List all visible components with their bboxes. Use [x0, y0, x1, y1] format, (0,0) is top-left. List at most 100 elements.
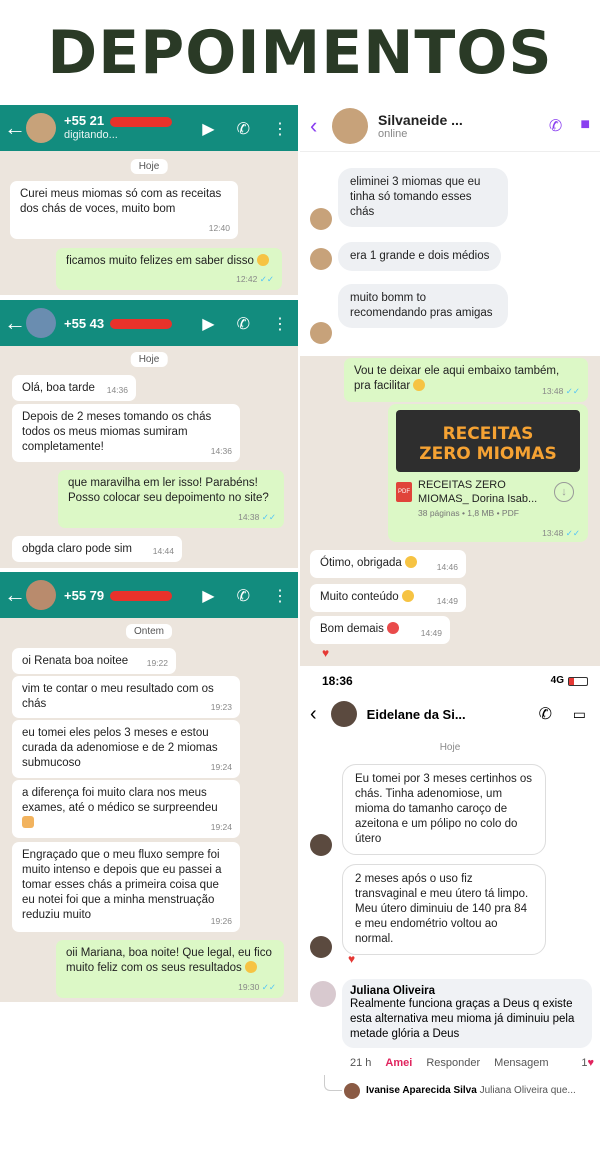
download-icon[interactable]: ↓	[554, 482, 574, 502]
back-arrow-icon[interactable]: ←	[4, 310, 26, 336]
message-text: Curei meus miomas só com as receitas dos…	[20, 188, 222, 215]
comment-age: 21 h	[350, 1057, 372, 1069]
message-bubble: Ótimo, obrigada 14:46	[310, 550, 466, 578]
pdf-attachment[interactable]: RECEITAS ZERO MIOMAS PDF RECEITAS ZERO M…	[388, 404, 588, 542]
avatar[interactable]	[26, 308, 56, 338]
message-time: 14:44	[152, 546, 174, 556]
message-text: que maravilha em ler isso! Parabéns! Pos…	[68, 477, 269, 504]
back-arrow-icon[interactable]: ←	[4, 115, 26, 141]
chat-header: ‹ Eidelane da Si... ✆ ▭	[300, 696, 600, 732]
back-arrow-icon[interactable]: ‹	[310, 113, 328, 139]
comment-text: Realmente funciona graças a Deus q exist…	[350, 998, 575, 1040]
redaction-mark	[110, 319, 173, 330]
message-text: obgda claro pode sim	[22, 543, 132, 555]
message-time: 19:30	[238, 982, 260, 992]
avatar	[310, 834, 332, 856]
read-ticks-icon: ✓✓	[565, 386, 580, 396]
message-bubble: vim te contar o meu resultado com os chá…	[12, 676, 240, 718]
facebook-comment: Juliana Oliveira Realmente funciona graç…	[300, 975, 600, 1105]
phone-icon[interactable]: ✆	[539, 704, 552, 724]
message-time: 12:40	[208, 223, 230, 233]
day-chip: Ontem	[125, 624, 173, 639]
avatar	[310, 248, 332, 270]
phone-icon[interactable]: ✆	[237, 314, 250, 334]
message-time: 14:38	[238, 512, 260, 522]
heart-exclamation-emoji-icon	[387, 622, 400, 634]
pdf-file-icon: PDF	[396, 482, 412, 502]
reaction-count: 1♥	[581, 1057, 594, 1069]
chat-panel-1: ← +55 21 digitando... ▶ ✆ ⋮ Hoje Curei m…	[0, 105, 298, 295]
avatar[interactable]	[26, 580, 56, 610]
day-chip: Hoje	[130, 352, 168, 367]
message-text: Bom demais	[320, 623, 384, 635]
reply-preview[interactable]: Ivanise Aparecida Silva Juliana Oliveira…	[366, 1085, 576, 1096]
message-text: eliminei 3 miomas que eu tinha só tomand…	[350, 176, 481, 218]
comment-author[interactable]: Juliana Oliveira	[350, 985, 584, 997]
contact-name: Eidelane da Si...	[366, 706, 466, 722]
message-button[interactable]: Mensagem	[494, 1057, 548, 1069]
love-reaction-button[interactable]: Amei	[385, 1057, 412, 1069]
video-call-icon[interactable]: ▶	[202, 586, 214, 606]
chat-panel-4b: Vou te deixar ele aqui embaixo também, p…	[300, 356, 600, 666]
message-bubble: que maravilha em ler isso! Parabéns! Pos…	[58, 470, 284, 528]
message-time: 19:22	[146, 658, 168, 668]
video-call-icon[interactable]: ■	[580, 116, 590, 136]
online-status: online	[378, 127, 408, 140]
video-call-icon[interactable]: ▶	[202, 119, 214, 139]
avatar[interactable]	[332, 107, 368, 144]
message-time: 14:49	[436, 596, 458, 606]
heart-reaction-icon: ♥	[587, 1057, 594, 1069]
avatar[interactable]	[344, 1083, 360, 1099]
reply-preview-text: Juliana Oliveira que...	[479, 1085, 576, 1096]
message-time: 14:46	[436, 562, 458, 572]
chat-header: ‹ Silvaneide ... online ✆ ■	[300, 100, 600, 152]
message-text: eu tomei eles pelos 3 meses e estou cura…	[22, 727, 218, 769]
more-options-icon[interactable]: ⋮	[272, 586, 288, 606]
message-text: era 1 grande e dois médios	[350, 250, 490, 262]
read-ticks-icon: ✓✓	[259, 274, 274, 284]
message-text: Vou te deixar ele aqui embaixo também, p…	[354, 365, 560, 392]
day-label: Hoje	[439, 742, 461, 753]
phone-icon[interactable]: ✆	[237, 586, 250, 606]
avatar[interactable]	[330, 701, 357, 727]
read-ticks-icon: ✓✓	[565, 528, 580, 538]
contact-phone: +55 43	[64, 315, 105, 331]
avatar[interactable]	[310, 981, 336, 1007]
back-arrow-icon[interactable]: ←	[4, 582, 26, 608]
chat-header: ← +55 21 digitando... ▶ ✆ ⋮	[0, 105, 298, 151]
message-bubble: Depois de 2 meses tomando os chás todos …	[12, 404, 240, 462]
video-call-icon[interactable]: ▭	[573, 706, 586, 723]
video-call-icon[interactable]: ▶	[202, 314, 214, 334]
message-text: vim te contar o meu resultado com os chá…	[22, 683, 214, 710]
message-text: muito bomm to recomendando pras amigas	[350, 292, 493, 319]
message-time: 19:23	[210, 702, 232, 712]
phone-icon[interactable]: ✆	[549, 116, 562, 136]
avatar	[310, 208, 332, 230]
message-bubble: Vou te deixar ele aqui embaixo também, p…	[344, 358, 588, 402]
message-bubble: eu tomei eles pelos 3 meses e estou cura…	[12, 720, 240, 778]
more-options-icon[interactable]: ⋮	[272, 314, 288, 334]
message-text: Ótimo, obrigada	[320, 557, 402, 569]
contact-name: Silvaneide ...	[378, 111, 463, 128]
message-bubble: Olá, boa tarde 14:36	[12, 375, 136, 401]
pdf-preview-subtitle: ZERO MIOMAS	[419, 444, 557, 464]
chat-panel-3: ← +55 79 ▶ ✆ ⋮ Ontem oi Renata boa noite…	[0, 572, 298, 1002]
message-bubble: Bom demais 14:49	[310, 616, 450, 644]
chat-panel-5: 18:36 4G ‹ Eidelane da Si... ✆ ▭ Hoje Eu…	[300, 668, 600, 970]
more-options-icon[interactable]: ⋮	[272, 119, 288, 139]
message-time: 12:42	[236, 274, 258, 284]
reply-button[interactable]: Responder	[426, 1057, 480, 1069]
comment-bubble: Juliana Oliveira Realmente funciona graç…	[342, 979, 592, 1048]
message-time: 19:24	[210, 762, 232, 772]
pdf-file-name: RECEITAS ZERO MIOMAS_ Dorina Isab...	[418, 479, 538, 505]
avatar[interactable]	[26, 113, 56, 143]
heart-reaction-icon: ♥	[348, 952, 356, 966]
phone-icon[interactable]: ✆	[237, 119, 250, 139]
thread-line	[324, 1075, 342, 1091]
message-time: 19:26	[210, 916, 232, 926]
message-bubble: eliminei 3 miomas que eu tinha só tomand…	[338, 168, 508, 227]
message-text: Depois de 2 meses tomando os chás todos …	[22, 411, 212, 453]
back-arrow-icon[interactable]: ‹	[310, 703, 317, 726]
message-bubble: obgda claro pode sim 14:44	[12, 536, 182, 562]
page-title: DEPOIMENTOS	[47, 18, 553, 88]
